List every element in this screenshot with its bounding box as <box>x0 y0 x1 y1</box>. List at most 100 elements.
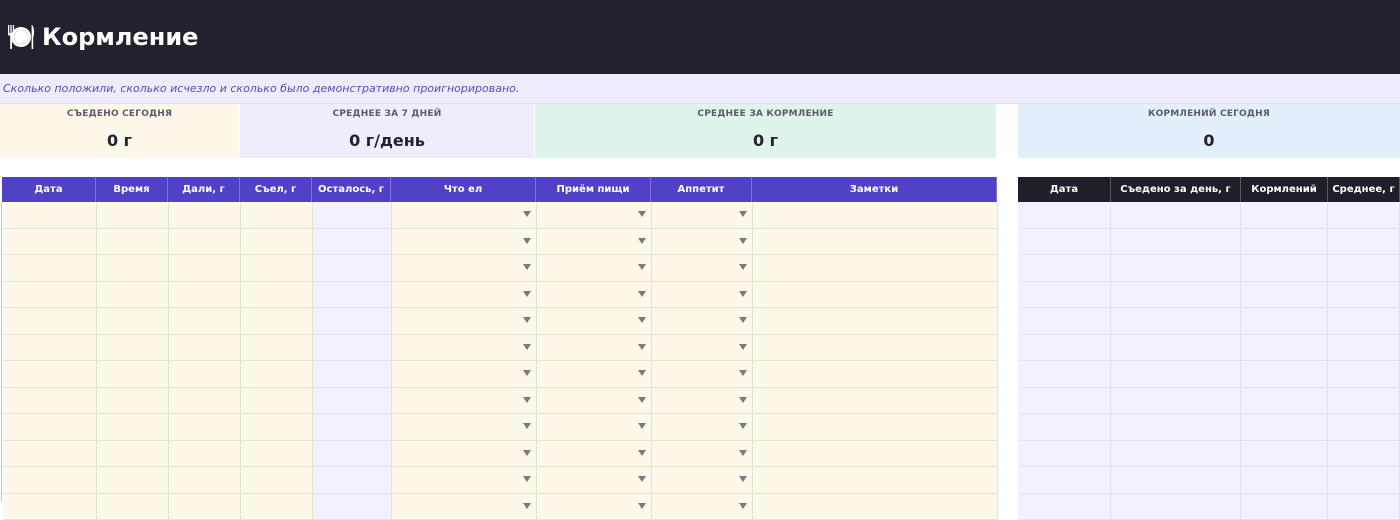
dropdown-arrow-icon[interactable] <box>523 423 531 429</box>
dropdown-arrow-icon[interactable] <box>739 291 747 297</box>
dropdown-cell[interactable] <box>652 255 753 282</box>
input-cell[interactable] <box>753 388 998 415</box>
dropdown-arrow-icon[interactable] <box>739 317 747 323</box>
dropdown-cell[interactable] <box>392 441 537 468</box>
dropdown-cell[interactable] <box>392 388 537 415</box>
input-cell[interactable] <box>97 255 169 282</box>
dropdown-cell[interactable] <box>652 282 753 309</box>
dropdown-arrow-icon[interactable] <box>523 370 531 376</box>
dropdown-arrow-icon[interactable] <box>739 503 747 509</box>
input-cell[interactable] <box>241 414 313 441</box>
input-cell[interactable] <box>241 255 313 282</box>
input-cell[interactable] <box>97 308 169 335</box>
input-cell[interactable] <box>753 414 998 441</box>
input-cell[interactable] <box>241 308 313 335</box>
input-cell[interactable] <box>169 388 241 415</box>
input-cell[interactable] <box>241 361 313 388</box>
input-cell[interactable] <box>97 335 169 362</box>
input-cell[interactable] <box>97 414 169 441</box>
dropdown-arrow-icon[interactable] <box>638 397 646 403</box>
dropdown-arrow-icon[interactable] <box>523 397 531 403</box>
input-cell[interactable] <box>753 202 998 229</box>
input-cell[interactable] <box>241 441 313 468</box>
dropdown-cell[interactable] <box>537 467 652 494</box>
dropdown-cell[interactable] <box>537 229 652 256</box>
input-cell[interactable] <box>97 441 169 468</box>
dropdown-cell[interactable] <box>392 282 537 309</box>
dropdown-arrow-icon[interactable] <box>739 370 747 376</box>
input-cell[interactable] <box>169 361 241 388</box>
input-cell[interactable] <box>169 282 241 309</box>
dropdown-arrow-icon[interactable] <box>739 211 747 217</box>
input-cell[interactable] <box>169 494 241 520</box>
input-cell[interactable] <box>3 255 97 282</box>
input-cell[interactable] <box>3 388 97 415</box>
dropdown-cell[interactable] <box>652 414 753 441</box>
dropdown-cell[interactable] <box>392 361 537 388</box>
input-cell[interactable] <box>753 441 998 468</box>
input-cell[interactable] <box>3 414 97 441</box>
dropdown-arrow-icon[interactable] <box>523 211 531 217</box>
dropdown-arrow-icon[interactable] <box>739 397 747 403</box>
input-cell[interactable] <box>97 467 169 494</box>
dropdown-arrow-icon[interactable] <box>638 264 646 270</box>
input-cell[interactable] <box>753 308 998 335</box>
input-cell[interactable] <box>241 202 313 229</box>
input-cell[interactable] <box>3 229 97 256</box>
input-cell[interactable] <box>3 202 97 229</box>
input-cell[interactable] <box>241 335 313 362</box>
input-cell[interactable] <box>241 282 313 309</box>
input-cell[interactable] <box>753 229 998 256</box>
dropdown-cell[interactable] <box>652 229 753 256</box>
dropdown-cell[interactable] <box>537 255 652 282</box>
dropdown-cell[interactable] <box>392 467 537 494</box>
dropdown-arrow-icon[interactable] <box>523 344 531 350</box>
input-cell[interactable] <box>3 335 97 362</box>
dropdown-cell[interactable] <box>537 494 652 520</box>
dropdown-cell[interactable] <box>652 202 753 229</box>
input-cell[interactable] <box>97 388 169 415</box>
input-cell[interactable] <box>97 229 169 256</box>
input-cell[interactable] <box>3 494 97 520</box>
dropdown-cell[interactable] <box>392 255 537 282</box>
dropdown-cell[interactable] <box>537 414 652 441</box>
dropdown-cell[interactable] <box>392 308 537 335</box>
dropdown-cell[interactable] <box>392 335 537 362</box>
input-cell[interactable] <box>169 202 241 229</box>
dropdown-arrow-icon[interactable] <box>638 423 646 429</box>
dropdown-arrow-icon[interactable] <box>638 317 646 323</box>
dropdown-cell[interactable] <box>537 441 652 468</box>
input-cell[interactable] <box>753 494 998 520</box>
dropdown-arrow-icon[interactable] <box>523 238 531 244</box>
input-cell[interactable] <box>241 388 313 415</box>
dropdown-cell[interactable] <box>652 441 753 468</box>
input-cell[interactable] <box>753 335 998 362</box>
dropdown-arrow-icon[interactable] <box>523 476 531 482</box>
dropdown-arrow-icon[interactable] <box>638 503 646 509</box>
input-cell[interactable] <box>169 255 241 282</box>
input-cell[interactable] <box>3 441 97 468</box>
dropdown-arrow-icon[interactable] <box>638 344 646 350</box>
input-cell[interactable] <box>3 467 97 494</box>
dropdown-arrow-icon[interactable] <box>523 264 531 270</box>
input-cell[interactable] <box>169 308 241 335</box>
input-cell[interactable] <box>169 467 241 494</box>
dropdown-cell[interactable] <box>392 414 537 441</box>
input-cell[interactable] <box>3 282 97 309</box>
input-cell[interactable] <box>241 467 313 494</box>
input-cell[interactable] <box>241 494 313 520</box>
input-cell[interactable] <box>169 229 241 256</box>
input-cell[interactable] <box>753 282 998 309</box>
dropdown-arrow-icon[interactable] <box>739 238 747 244</box>
dropdown-arrow-icon[interactable] <box>523 291 531 297</box>
input-cell[interactable] <box>3 308 97 335</box>
input-cell[interactable] <box>169 414 241 441</box>
dropdown-cell[interactable] <box>652 361 753 388</box>
dropdown-cell[interactable] <box>537 388 652 415</box>
input-cell[interactable] <box>97 361 169 388</box>
dropdown-arrow-icon[interactable] <box>638 211 646 217</box>
input-cell[interactable] <box>753 467 998 494</box>
dropdown-arrow-icon[interactable] <box>638 476 646 482</box>
dropdown-arrow-icon[interactable] <box>739 344 747 350</box>
input-cell[interactable] <box>753 255 998 282</box>
